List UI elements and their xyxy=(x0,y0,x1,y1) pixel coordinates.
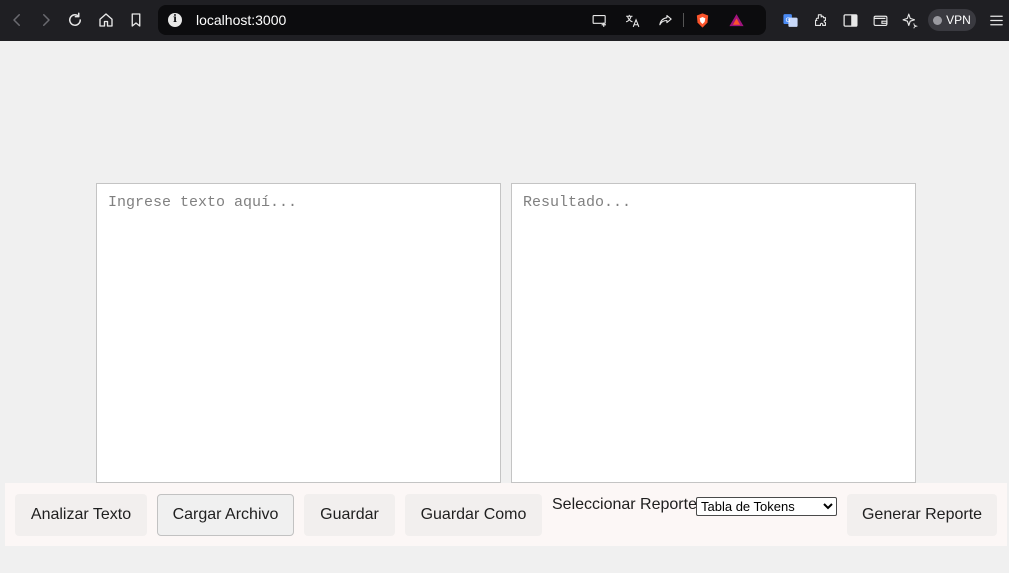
load-file-button[interactable]: Cargar Archivo xyxy=(157,494,294,536)
analyze-text-button[interactable]: Analizar Texto xyxy=(15,494,147,536)
wallet-icon[interactable] xyxy=(870,10,890,30)
menu-icon[interactable] xyxy=(986,10,1006,30)
report-select-label: Seleccionar Reporte: xyxy=(552,496,702,513)
back-icon[interactable] xyxy=(5,8,29,32)
save-as-button[interactable]: Guardar Como xyxy=(405,494,542,536)
brave-shield-icon[interactable] xyxy=(693,11,711,29)
home-icon[interactable] xyxy=(94,8,118,32)
site-info-icon[interactable]: i xyxy=(168,13,182,27)
vpn-status-icon xyxy=(933,15,943,25)
bookmark-icon[interactable] xyxy=(124,8,148,32)
reload-icon[interactable] xyxy=(63,8,87,32)
url-text[interactable]: localhost:3000 xyxy=(196,12,286,28)
sidebar-icon[interactable] xyxy=(840,10,860,30)
translate-icon[interactable] xyxy=(623,11,641,29)
url-separator xyxy=(683,13,684,27)
generate-report-button[interactable]: Generar Reporte xyxy=(847,494,997,536)
browser-toolbar: i localhost:3000 G VPN xyxy=(0,0,1009,41)
save-button[interactable]: Guardar xyxy=(304,494,395,536)
report-type-select[interactable]: Tabla de Tokens xyxy=(696,497,837,516)
translate-extension-icon[interactable]: G xyxy=(780,10,800,30)
cast-icon[interactable] xyxy=(590,11,608,29)
leo-ai-icon[interactable] xyxy=(899,10,919,30)
brave-rewards-icon[interactable] xyxy=(727,11,745,29)
address-bar[interactable]: i localhost:3000 xyxy=(158,5,766,35)
share-icon[interactable] xyxy=(656,11,674,29)
forward-icon[interactable] xyxy=(34,8,58,32)
vpn-label: VPN xyxy=(946,13,971,27)
vpn-button[interactable]: VPN xyxy=(928,9,976,31)
svg-text:G: G xyxy=(785,15,790,23)
action-toolbar: Analizar Texto Cargar Archivo Guardar Gu… xyxy=(5,483,1007,546)
input-textarea[interactable] xyxy=(96,183,501,483)
extensions-icon[interactable] xyxy=(810,10,830,30)
output-textarea[interactable] xyxy=(511,183,916,483)
